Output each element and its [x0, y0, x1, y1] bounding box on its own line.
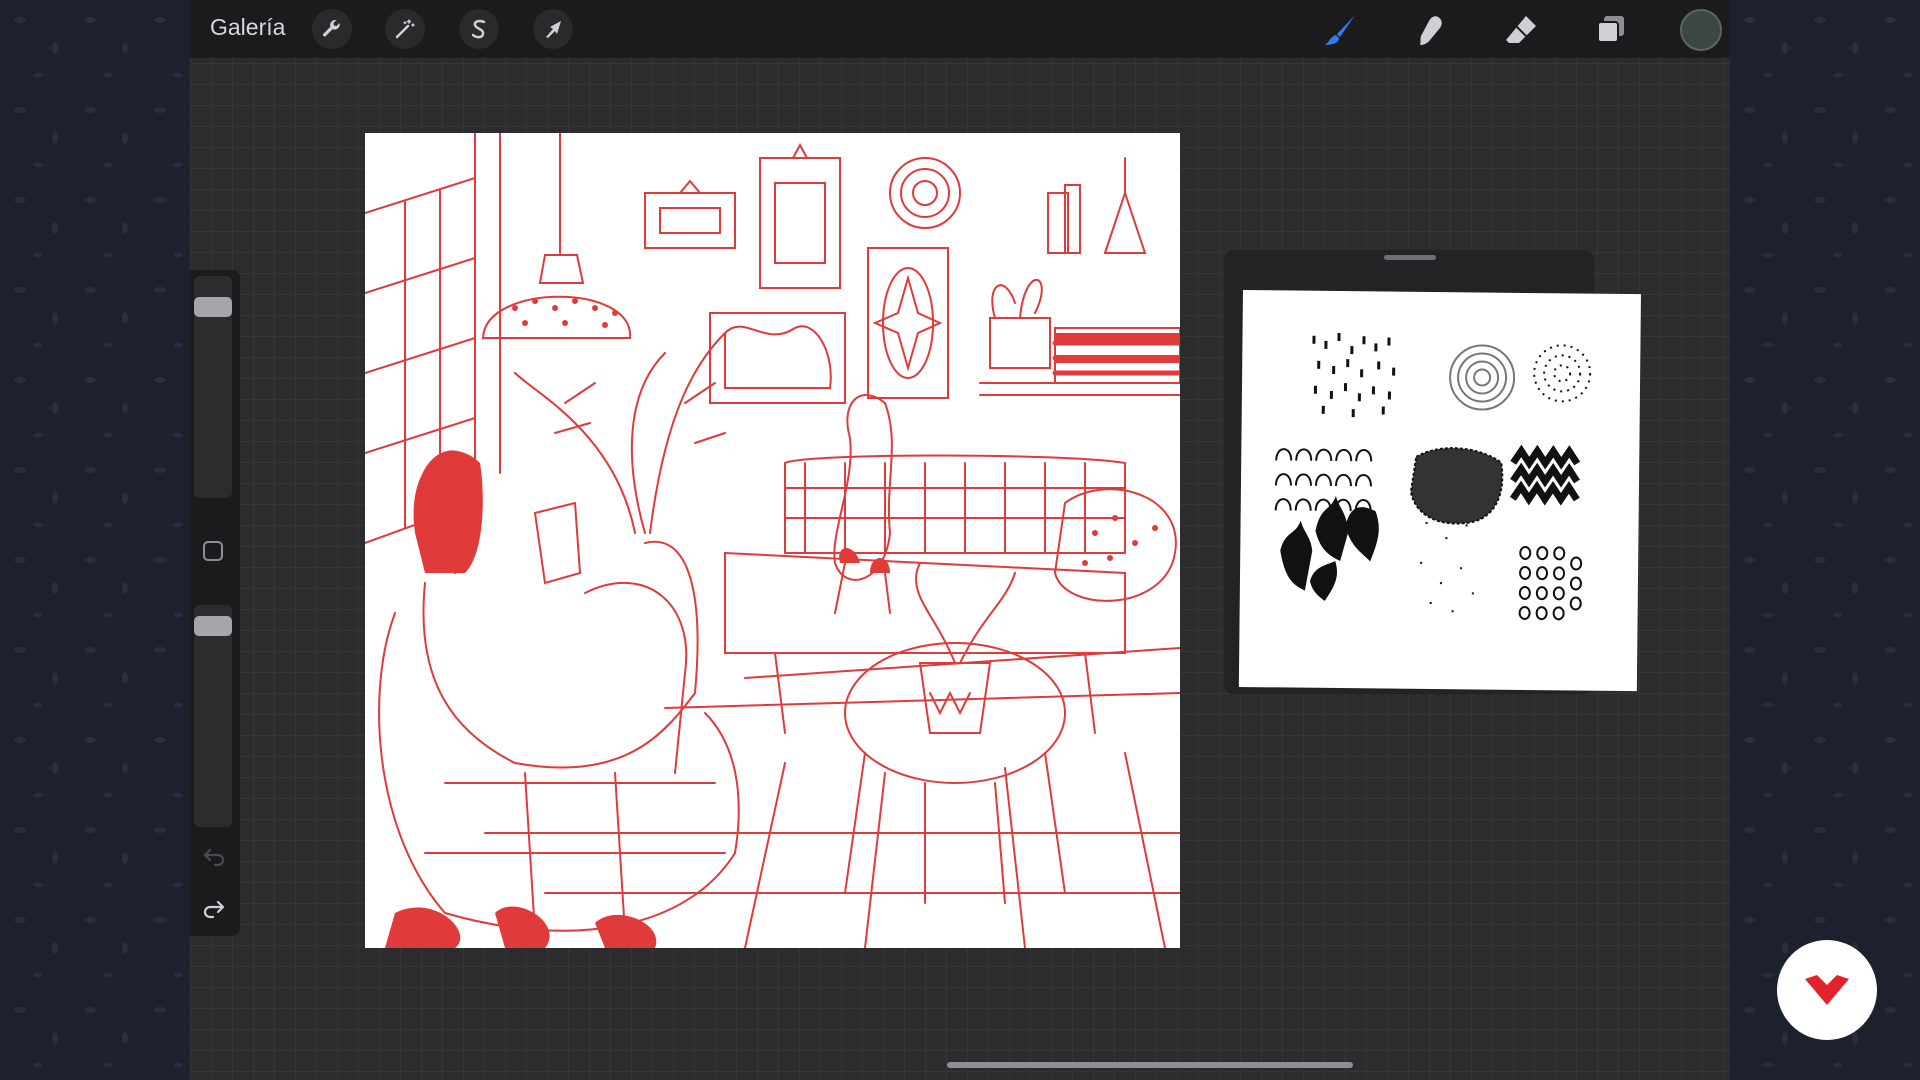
modify-square-icon[interactable] — [203, 541, 223, 561]
layers-button[interactable] — [1590, 9, 1632, 51]
domestika-logo-button[interactable] — [1777, 940, 1877, 1040]
selection-button[interactable] — [459, 9, 499, 49]
background-pattern-left — [0, 0, 190, 1080]
redo-icon[interactable] — [201, 894, 227, 920]
brush-tool[interactable] — [1320, 9, 1362, 51]
left-sidebar — [190, 270, 240, 936]
reference-panel[interactable] — [1224, 250, 1641, 694]
wrench-icon — [323, 20, 340, 37]
top-toolbar: Galería — [190, 0, 1730, 58]
procreate-app: Galería — [190, 0, 1730, 1080]
background-pattern-right — [1730, 0, 1920, 1080]
opacity-slider-thumb[interactable] — [194, 616, 232, 636]
smudge-icon — [1420, 16, 1442, 45]
magic-wand-icon — [395, 19, 415, 39]
actions-button[interactable] — [312, 9, 352, 49]
transform-button[interactable] — [533, 9, 573, 49]
drawing-canvas[interactable] — [365, 133, 1180, 948]
eraser-icon — [1506, 16, 1536, 43]
reference-image — [1238, 290, 1641, 692]
texture-swatches-image — [1274, 332, 1592, 621]
undo-icon[interactable] — [201, 842, 227, 868]
smudge-tool[interactable] — [1409, 9, 1451, 51]
opacity-slider[interactable] — [194, 605, 232, 827]
eraser-tool[interactable] — [1500, 9, 1542, 51]
gallery-button[interactable]: Galería — [210, 14, 285, 41]
brush-size-slider-thumb[interactable] — [194, 297, 232, 317]
color-picker-button[interactable] — [1680, 9, 1722, 51]
layers-icon — [1597, 16, 1624, 43]
arrow-cursor-icon — [546, 21, 561, 38]
selection-s-icon — [471, 19, 486, 39]
brush-icon — [1325, 15, 1355, 45]
reference-panel-grabber[interactable] — [1384, 255, 1436, 260]
home-indicator — [947, 1062, 1353, 1068]
adjustments-button[interactable] — [385, 9, 425, 49]
room-sketch-illustration — [365, 133, 1180, 948]
domestika-logo-icon — [1805, 975, 1849, 1005]
